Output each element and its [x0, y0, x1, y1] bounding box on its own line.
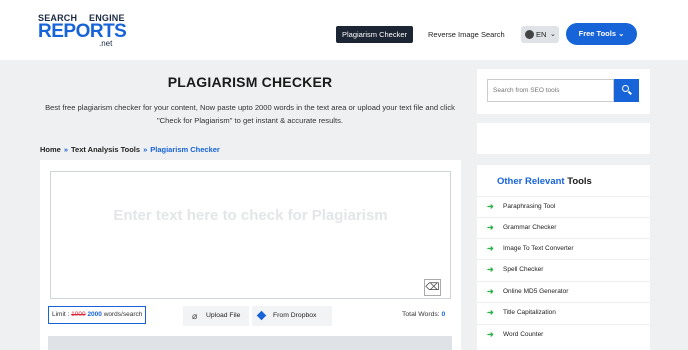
dropbox-button[interactable]: From Dropbox [252, 306, 332, 326]
text-input-area[interactable] [50, 171, 451, 299]
paperclip-icon: ⌀ [192, 311, 198, 321]
dropbox-icon [256, 310, 267, 321]
chevron-down-icon: ⌄ [550, 31, 556, 38]
dropbox-label: From Dropbox [273, 312, 317, 319]
globe-icon [525, 30, 534, 39]
arrow-right-icon: ➜ [487, 223, 494, 232]
nav-reverse-image-search[interactable]: Reverse Image Search [428, 26, 505, 43]
upload-file-label: Upload File [206, 312, 241, 319]
site-logo[interactable]: SEARCH ENGINE REPORTS .net [38, 13, 127, 48]
language-selector[interactable]: EN ⌄ [521, 26, 559, 43]
breadcrumb-current: Plagiarism Checker [150, 145, 220, 154]
language-label: EN [536, 30, 547, 39]
tool-item-image-to-text[interactable]: ➜ Image To Text Converter [477, 238, 650, 259]
breadcrumb: Home» Text Analysis Tools» Plagiarism Chec… [40, 145, 220, 154]
arrow-right-icon: ➜ [487, 265, 494, 274]
tool-item-grammar[interactable]: ➜ Grammar Checker [477, 217, 650, 238]
arrow-right-icon: ➜ [487, 244, 494, 253]
breadcrumb-text-analysis[interactable]: Text Analysis Tools [71, 145, 140, 154]
check-bar [48, 336, 452, 350]
tool-item-word-counter[interactable]: ➜ Word Counter [477, 324, 650, 345]
word-limit-badge: Limit : 1000 2000 words/search [48, 306, 147, 324]
search-button[interactable] [614, 79, 639, 102]
sidebar-ad-card [477, 123, 650, 154]
clear-text-button[interactable]: ⌫ [424, 279, 441, 296]
total-words: Total Words: 0 [402, 311, 446, 318]
breadcrumb-separator: » [143, 145, 148, 154]
arrow-right-icon: ➜ [487, 202, 494, 211]
arrow-right-icon: ➜ [487, 287, 494, 296]
breadcrumb-home[interactable]: Home [40, 145, 61, 154]
nav-plagiarism-checker[interactable]: Plagiarism Checker [336, 26, 414, 43]
logo-line-3: .net [99, 39, 113, 48]
logo-line-2: REPORTS [38, 21, 127, 42]
tool-item-md5[interactable]: ➜ Online MD5 Generator [477, 281, 650, 302]
page-title: PLAGIARISM CHECKER [167, 74, 333, 90]
arrow-right-icon: ➜ [487, 308, 494, 317]
seo-tools-search-input[interactable] [487, 79, 614, 102]
breadcrumb-separator: » [63, 145, 69, 154]
relevant-tools-title: Other Relevant Tools [497, 176, 592, 187]
upload-file-button[interactable]: ⌀ Upload File [183, 306, 249, 326]
tool-item-paraphrasing[interactable]: ➜ Paraphrasing Tool [477, 196, 650, 217]
text-area-placeholder: Enter text here to check for Plagiarism [113, 207, 388, 224]
arrow-right-icon: ➜ [487, 330, 494, 339]
tool-item-title-capitalization[interactable]: ➜ Title Capitalization [477, 302, 650, 323]
page-description: Best free plagiarism checker for your co… [45, 103, 455, 125]
free-tools-button[interactable]: Free Tools ⌄ [566, 23, 637, 45]
tool-item-spell-checker[interactable]: ➜ Spell Checker [477, 259, 650, 280]
